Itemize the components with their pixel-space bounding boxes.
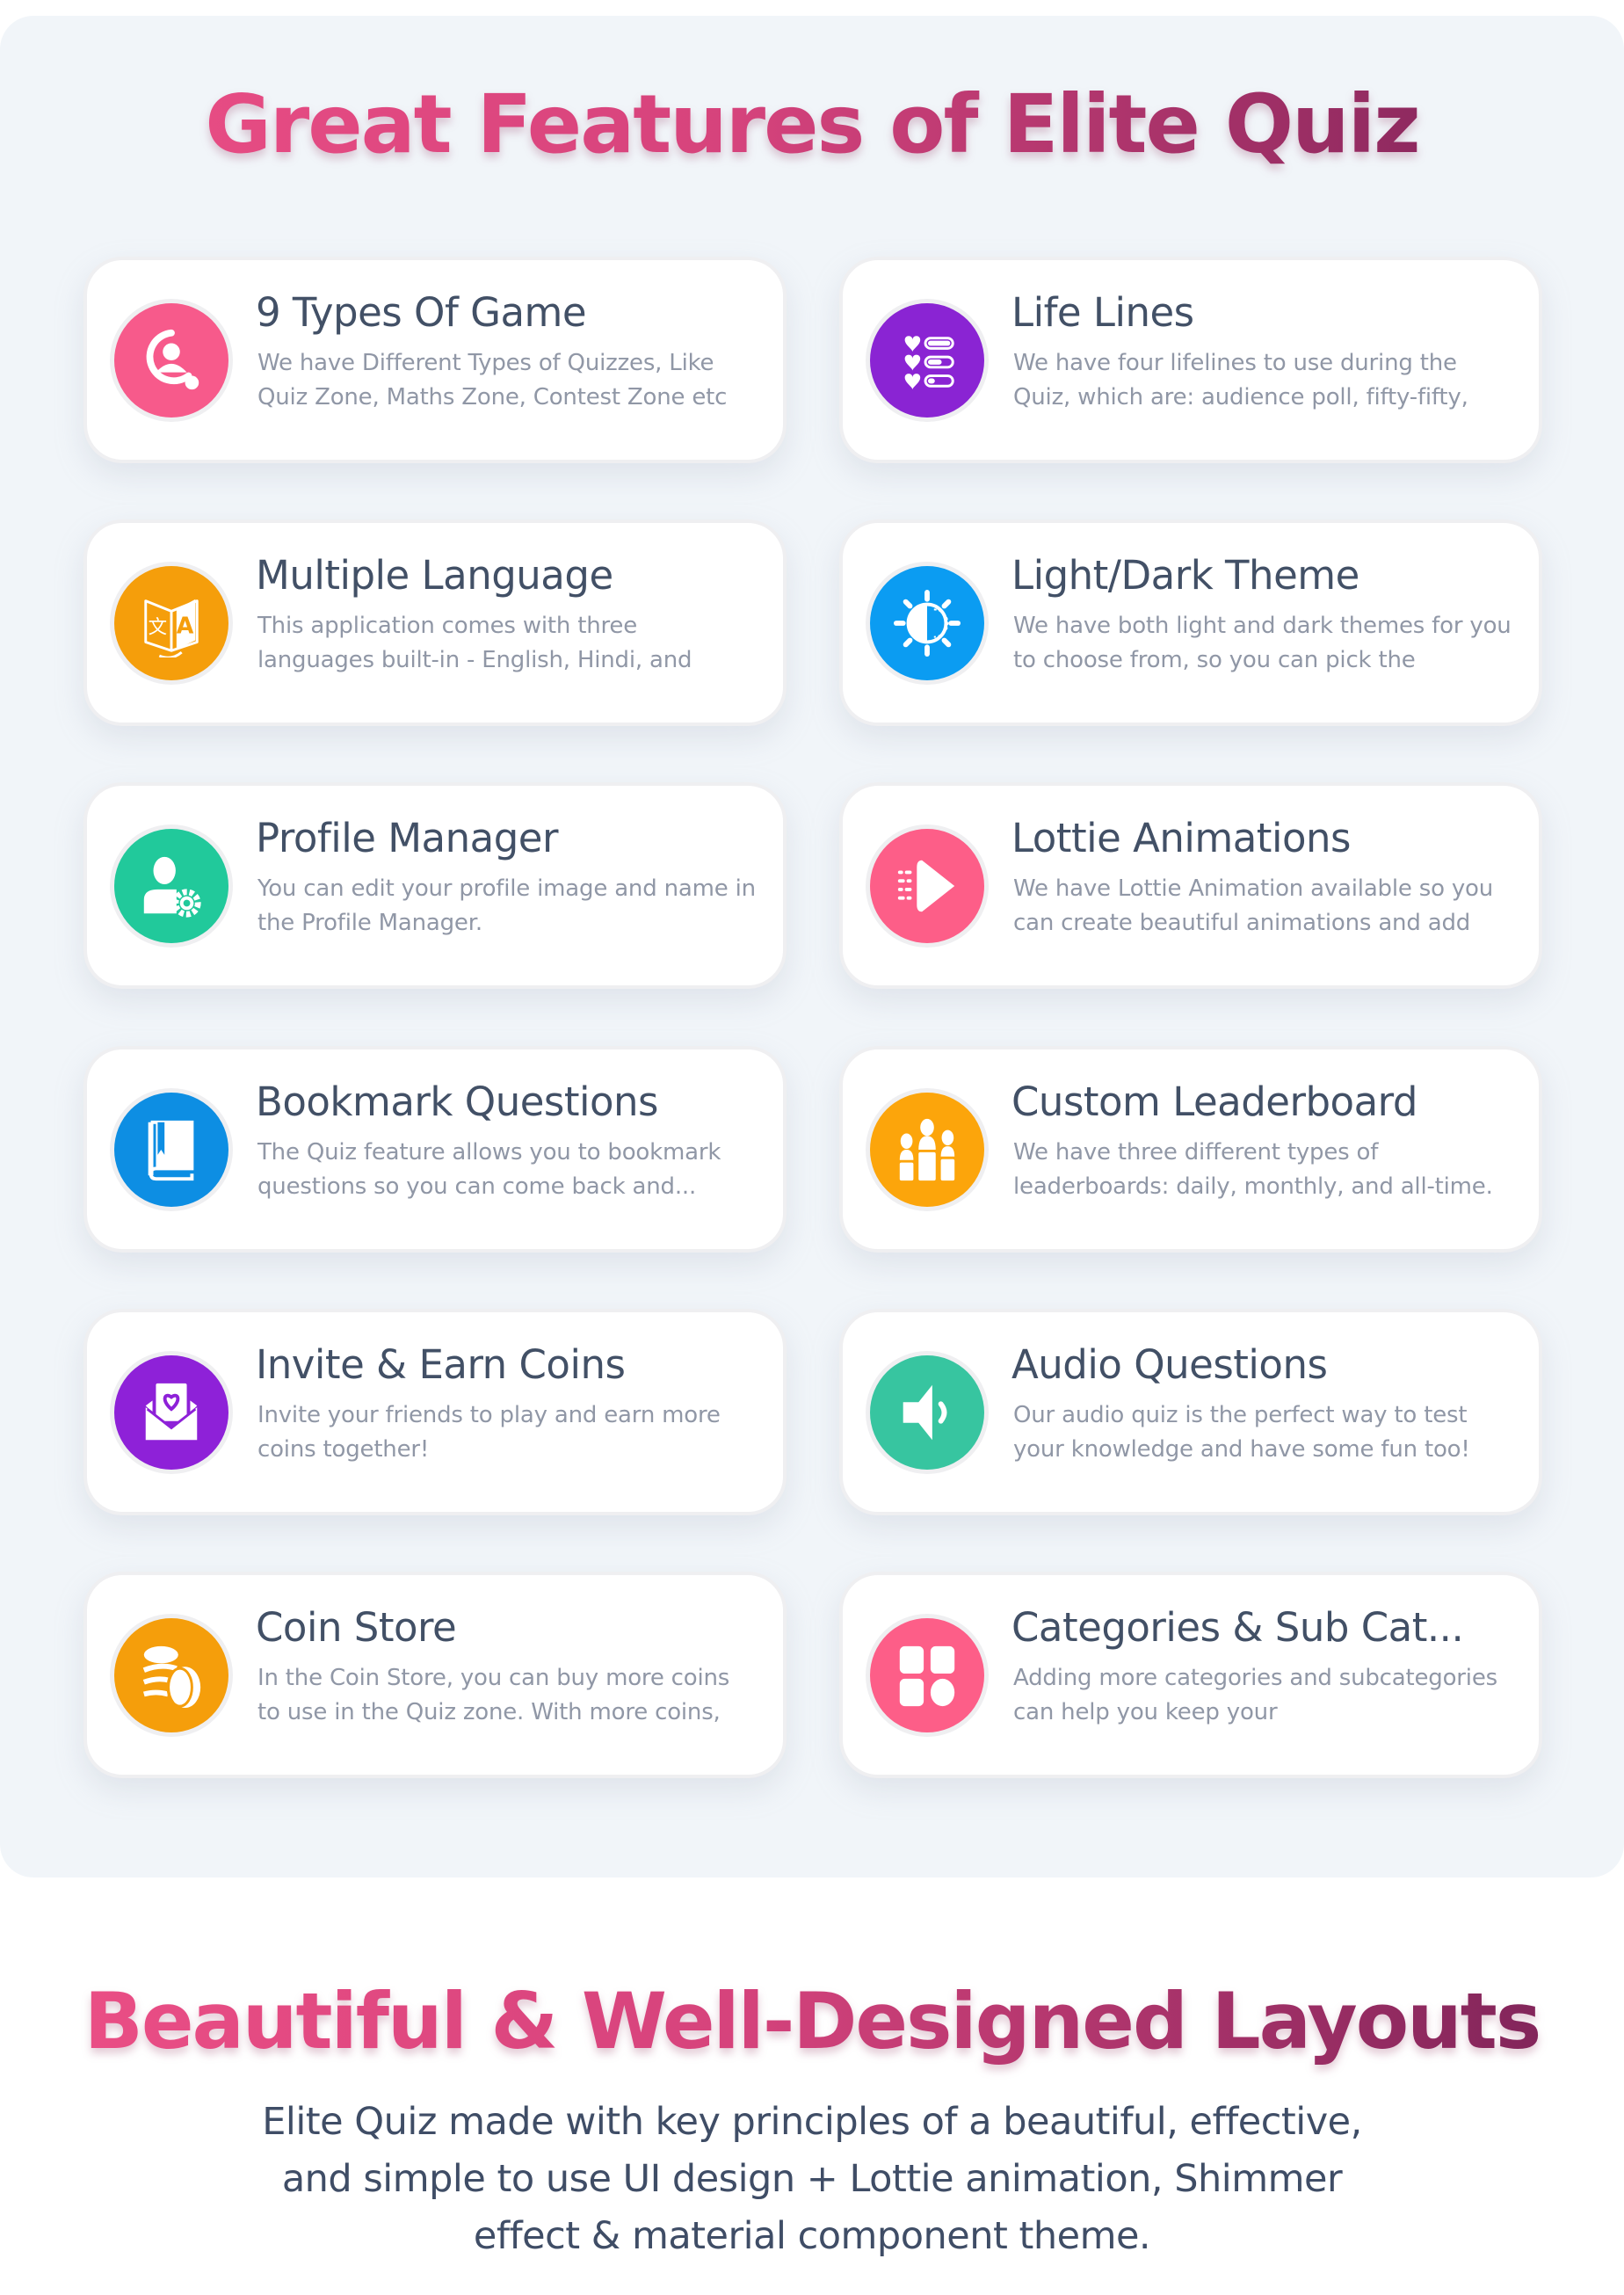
feature-title: Invite & Earn Coins <box>256 1341 626 1388</box>
layouts-description-line: and simple to use UI design + Lottie ani… <box>281 2157 1343 2201</box>
feature-icon-ring <box>866 824 989 948</box>
feature-card: Invite & Earn Coins Invite your friends t… <box>83 1309 787 1515</box>
feature-title: Life Lines <box>1011 289 1194 336</box>
feature-card: Life Lines We have four lifelines to use … <box>839 257 1542 463</box>
lifelines-hearts-icon <box>870 302 984 418</box>
feature-card: 9 Types Of Game We have Different Types o… <box>83 257 787 463</box>
feature-description: In the Coin Store, you can buy more coin… <box>257 1665 730 1725</box>
feature-title: Bookmark Questions <box>256 1079 659 1125</box>
feature-card: Categories & Sub Cat... Adding more categ… <box>839 1572 1542 1778</box>
feature-card: Custom Leaderboard We have three differen… <box>839 1046 1542 1253</box>
feature-icon-ring <box>110 1087 233 1211</box>
feature-title: Categories & Sub Cat... <box>1011 1604 1464 1651</box>
feature-description: Adding more categories and subcategories… <box>1013 1665 1497 1725</box>
feature-card: Profile Manager You can edit your profile… <box>83 782 787 989</box>
svg-text:A: A <box>177 612 194 638</box>
categories-grid-icon <box>870 1617 984 1732</box>
bookmark-book-icon <box>114 1092 228 1207</box>
feature-card: Lottie Animations We have Lottie Animatio… <box>839 782 1542 989</box>
layouts-description-line: effect & material component theme. <box>473 2214 1151 2258</box>
feature-icon-ring: A文 <box>110 561 233 685</box>
feature-description: We have four lifelines to use during the… <box>1013 350 1468 410</box>
feature-title: 9 Types Of Game <box>256 289 587 336</box>
feature-description: We have three different types of leaderb… <box>1013 1139 1493 1200</box>
feature-icon-ring <box>110 1350 233 1474</box>
leaderboard-icon <box>870 1092 984 1207</box>
svg-text:文: 文 <box>149 616 167 638</box>
feature-card: Light/Dark Theme We have both light and d… <box>839 519 1542 726</box>
feature-title: Coin Store <box>256 1604 457 1651</box>
feature-title: Profile Manager <box>256 815 558 861</box>
feature-icon-ring <box>110 824 233 948</box>
feature-title: Lottie Animations <box>1011 815 1351 861</box>
speaker-icon <box>870 1354 984 1470</box>
feature-icon-ring <box>866 298 989 422</box>
feature-title: Audio Questions <box>1011 1341 1328 1388</box>
feature-title: Light/Dark Theme <box>1011 552 1359 599</box>
feature-icon-ring <box>866 1350 989 1474</box>
feature-description: Invite your friends to play and earn mor… <box>257 1402 721 1463</box>
play-animation-icon <box>870 828 984 943</box>
feature-icon-ring <box>110 298 233 422</box>
invite-envelope-icon <box>114 1354 228 1470</box>
feature-card: Audio Questions Our audio quiz is the per… <box>839 1309 1542 1515</box>
coins-icon <box>114 1617 228 1732</box>
feature-description: We have Lottie Animation available so yo… <box>1013 875 1494 936</box>
quiz-search-icon <box>114 302 228 418</box>
layouts-description-line: Elite Quiz made with key principles of a… <box>262 2100 1362 2144</box>
feature-title: Custom Leaderboard <box>1011 1079 1417 1125</box>
feature-card: Coin Store In the Coin Store, you can buy… <box>83 1572 787 1778</box>
feature-card: Bookmark Questions The Quiz feature allow… <box>83 1046 787 1253</box>
feature-description: This application comes with three langua… <box>257 613 692 673</box>
feature-title: Multiple Language <box>256 552 613 599</box>
feature-description: The Quiz feature allows you to bookmark … <box>257 1139 721 1200</box>
feature-icon-ring <box>866 1087 989 1211</box>
features-heading: Great Features of Elite Quiz <box>0 77 1624 171</box>
layouts-description: Elite Quiz made with key principles of a… <box>0 2094 1624 2265</box>
feature-description: Our audio quiz is the perfect way to tes… <box>1013 1402 1470 1463</box>
layouts-heading: Beautiful & Well-Designed Layouts <box>0 1976 1624 2066</box>
features-heading-text: Great Features of Elite Quiz <box>205 77 1419 171</box>
feature-description: We have Different Types of Quizzes, Like… <box>257 350 728 410</box>
user-settings-icon <box>114 828 228 943</box>
feature-icon-ring <box>866 1613 989 1737</box>
layouts-heading-text: Beautiful & Well-Designed Layouts <box>83 1976 1541 2066</box>
feature-description: We have both light and dark themes for y… <box>1013 613 1512 673</box>
theme-sun-icon <box>870 565 984 680</box>
feature-card: A 文 Multiple Language This application come… <box>83 519 787 726</box>
translate-icon: A文 <box>114 565 228 680</box>
feature-description: You can edit your profile image and name… <box>257 875 756 936</box>
feature-icon-ring <box>110 1613 233 1737</box>
feature-icon-ring <box>866 561 989 685</box>
